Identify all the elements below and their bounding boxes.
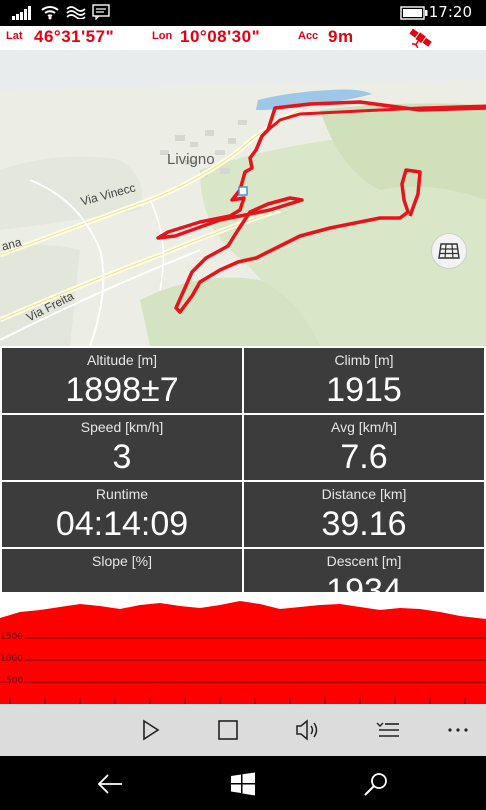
elevation-profile[interactable]: 1500 1000 500 xyxy=(0,592,486,704)
stat-value: 1898±7 xyxy=(65,371,179,409)
signal-icon xyxy=(12,6,31,20)
stop-icon xyxy=(218,720,238,740)
stat-label: Descent [m] xyxy=(326,553,402,569)
system-nav-bar xyxy=(0,756,486,810)
stat-label: Slope [%] xyxy=(92,553,152,569)
stat-climb[interactable]: Climb [m] 1915 xyxy=(244,348,484,413)
stat-label: Altitude [m] xyxy=(86,352,158,368)
stat-speed[interactable]: Speed [km/h] 3 xyxy=(2,415,242,480)
profile-tick-1000: 1000 xyxy=(0,654,25,664)
stat-slope[interactable]: Slope [%] xyxy=(2,549,242,592)
stat-value: 7.6 xyxy=(340,438,388,476)
stat-value: 3 xyxy=(112,438,132,476)
play-icon xyxy=(143,719,160,741)
stat-label: Distance [km] xyxy=(321,486,407,502)
list-menu-button[interactable] xyxy=(374,716,402,744)
start-button[interactable] xyxy=(229,770,257,798)
windows-start-icon xyxy=(231,772,255,796)
lat-value: 46°31'57" xyxy=(34,27,115,46)
list-menu-icon xyxy=(376,722,399,737)
volume-icon xyxy=(296,719,318,741)
lon-value: 10°08'30" xyxy=(180,27,261,46)
status-bar: 17:20 xyxy=(0,0,486,26)
lat-label: Lat xyxy=(6,30,23,42)
grid-icon xyxy=(438,243,460,259)
profile-area xyxy=(0,601,486,704)
stat-value: 04:14:09 xyxy=(55,505,189,543)
message-icon xyxy=(92,4,110,20)
search-icon xyxy=(364,773,387,796)
lon-label: Lon xyxy=(152,30,173,42)
stats-grid: Altitude [m] 1898±7 Climb [m] 1915 Speed… xyxy=(0,346,486,592)
vpn-icon xyxy=(66,6,86,19)
wifi-icon xyxy=(41,6,59,20)
battery-icon xyxy=(400,6,428,20)
map-view[interactable]: Livigno Via Vinecc Via Freita ana xyxy=(0,50,486,346)
back-icon xyxy=(97,774,122,794)
stat-label: Climb [m] xyxy=(334,352,394,368)
stat-runtime[interactable]: Runtime 04:14:09 xyxy=(2,482,242,547)
more-icon xyxy=(448,728,468,732)
clock: 17:20 xyxy=(428,3,472,21)
more-button[interactable] xyxy=(444,716,472,744)
back-button[interactable] xyxy=(96,770,124,798)
stat-label: Speed [km/h] xyxy=(80,419,164,435)
stat-altitude[interactable]: Altitude [m] 1898±7 xyxy=(2,348,242,413)
volume-button[interactable] xyxy=(294,716,322,744)
stat-label: Runtime xyxy=(95,486,149,502)
app-bar xyxy=(0,704,486,756)
search-button[interactable] xyxy=(362,770,390,798)
stop-button[interactable] xyxy=(214,716,242,744)
stat-descent[interactable]: Descent [m] 1934 xyxy=(244,549,484,592)
acc-value: 9m xyxy=(328,27,354,46)
stat-label: Avg [km/h] xyxy=(331,419,397,435)
profile-chart xyxy=(0,601,486,704)
profile-tick-500: 500 xyxy=(6,676,26,686)
satellite-icon[interactable] xyxy=(408,27,434,49)
play-button[interactable] xyxy=(136,716,164,744)
position-marker xyxy=(238,186,248,196)
town-label: Livigno xyxy=(167,151,215,168)
coordinate-bar: Lat 46°31'57" Lon 10°08'30" Acc 9m xyxy=(0,26,486,50)
profile-tick-1500: 1500 xyxy=(0,632,25,642)
stat-avg-speed[interactable]: Avg [km/h] 7.6 xyxy=(244,415,484,480)
acc-label: Acc xyxy=(298,30,319,42)
stat-value: 1934 xyxy=(326,572,402,592)
stat-distance[interactable]: Distance [km] 39.16 xyxy=(244,482,484,547)
stat-value: 1915 xyxy=(326,371,402,409)
map-type-button[interactable] xyxy=(431,233,467,269)
stat-value: 39.16 xyxy=(321,505,407,543)
